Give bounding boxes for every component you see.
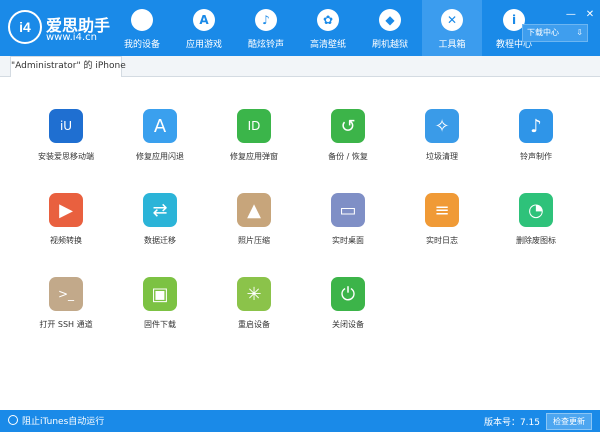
tool-item[interactable]: ⇄ 数据迁移 — [122, 193, 198, 255]
tool-item[interactable]: ▶ 视频转换 — [28, 193, 104, 255]
minimize-button[interactable]: — — [565, 9, 577, 21]
tool-label: 视频转换 — [50, 236, 82, 245]
tool-label: 备份 / 恢复 — [328, 152, 368, 161]
nav-item-label: 酷炫铃声 — [247, 40, 284, 50]
restart-icon: ✳ — [237, 277, 271, 311]
tool-label: 实时桌面 — [332, 236, 364, 245]
nav-item-label: 高清壁纸 — [309, 40, 346, 50]
tools-icon: ✕ — [441, 9, 463, 31]
tool-item[interactable]: ▣ 固件下载 — [122, 277, 198, 339]
device-tab[interactable]: "Administrator" 的 iPhone — [10, 56, 126, 77]
tool-label: 安装爱思移动端 — [38, 152, 94, 161]
nav-item-label: 应用游戏 — [185, 40, 222, 50]
tool-label: 关闭设备 — [332, 320, 364, 329]
photo-icon: ▲ — [237, 193, 271, 227]
nav-item-5[interactable]: ✕ 工具箱 — [422, 0, 482, 56]
tool-item[interactable]: ▭ 实时桌面 — [310, 193, 386, 255]
tool-item[interactable]: ◔ 删除废图标 — [498, 193, 574, 255]
nav-item-label: 工具箱 — [438, 40, 466, 50]
pie-icon: ◔ — [519, 193, 553, 227]
download-center-button[interactable]: 下载中心 ⇩ — [522, 24, 588, 42]
tool-item[interactable]: ≡ 实时日志 — [404, 193, 480, 255]
log-document-icon: ≡ — [425, 193, 459, 227]
download-icon: ⇩ — [576, 28, 583, 37]
tool-label: 修复应用弹窗 — [230, 152, 278, 161]
i4-icon: iU — [49, 109, 83, 143]
data-transfer-icon: ⇄ — [143, 193, 177, 227]
tool-item[interactable]: >_ 打开 SSH 通道 — [28, 277, 104, 339]
window-controls: — ✕ — [563, 2, 596, 20]
tool-item[interactable]: iU 安装爱思移动端 — [28, 109, 104, 171]
tool-item[interactable]: ↺ 备份 / 恢复 — [310, 109, 386, 171]
bell-icon: ♪ — [255, 9, 277, 31]
radio-icon — [8, 415, 18, 425]
backup-restore-icon: ↺ — [331, 109, 365, 143]
tool-label: 实时日志 — [426, 236, 458, 245]
tool-label: 照片压缩 — [238, 236, 270, 245]
terminal-icon: >_ — [49, 277, 83, 311]
tool-label: 重启设备 — [238, 320, 270, 329]
block-itunes-label: 阻止iTunes自动运行 — [22, 417, 105, 427]
tool-label: 打开 SSH 通道 — [39, 320, 93, 329]
apple-id-icon: ID — [237, 109, 271, 143]
top-bar: i4 爱思助手 www.i4.cn 我的设备 A 应用游戏 ♪ 酷炫铃声 ✿ 高清壁纸 ◆ 刷机… — [0, 0, 600, 56]
tool-label: 删除废图标 — [516, 236, 556, 245]
tool-item[interactable]: ▲ 照片压缩 — [216, 193, 292, 255]
nav-item-1[interactable]: A 应用游戏 — [174, 0, 234, 56]
video-play-icon: ▶ — [49, 193, 83, 227]
tool-item[interactable]: ID 修复应用弹窗 — [216, 109, 292, 171]
tool-item[interactable]: ⏻ 关闭设备 — [310, 277, 386, 339]
i4-logo-icon: i4 — [8, 10, 42, 44]
power-icon: ⏻ — [331, 277, 365, 311]
appstore-icon: A — [193, 9, 215, 31]
dropbox-icon: ◆ — [379, 9, 401, 31]
tool-label: 垃圾清理 — [426, 152, 458, 161]
download-center-label: 下载中心 — [527, 28, 559, 37]
tool-label: 数据迁移 — [144, 236, 176, 245]
tool-item[interactable]: ✳ 重启设备 — [216, 277, 292, 339]
app-url: www.i4.cn — [46, 32, 97, 43]
tool-item[interactable]: ♪ 铃声制作 — [498, 109, 574, 171]
nav-item-0[interactable]: 我的设备 — [112, 0, 172, 56]
bell-plus-icon: ♪ — [519, 109, 553, 143]
device-tab-strip: "Administrator" 的 iPhone — [0, 56, 600, 77]
broom-icon: ✧ — [425, 109, 459, 143]
apple-icon — [131, 9, 153, 31]
check-update-button[interactable]: 检查更新 — [546, 413, 592, 430]
tool-item[interactable]: A 修复应用闪退 — [122, 109, 198, 171]
firmware-box-icon: ▣ — [143, 277, 177, 311]
tool-label: 固件下载 — [144, 320, 176, 329]
nav-item-4[interactable]: ◆ 刷机越狱 — [360, 0, 420, 56]
block-itunes-toggle[interactable]: 阻止iTunes自动运行 — [8, 415, 104, 427]
nav-item-3[interactable]: ✿ 高清壁纸 — [298, 0, 358, 56]
appstore-repair-icon: A — [143, 109, 177, 143]
nav-item-2[interactable]: ♪ 酷炫铃声 — [236, 0, 296, 56]
tool-label: 修复应用闪退 — [136, 152, 184, 161]
nav-item-label: 我的设备 — [123, 40, 160, 50]
toolbox-grid: iU 安装爱思移动端 A 修复应用闪退 ID 修复应用弹窗 ↺ 备份 / 恢复 ✧ 垃圾清理 ♪ 铃声… — [0, 77, 600, 410]
tool-label: 铃声制作 — [520, 152, 552, 161]
status-bar: 阻止iTunes自动运行 版本号：7.15 检查更新 — [0, 410, 600, 432]
nav-item-label: 刷机越狱 — [371, 40, 408, 50]
version-label: 版本号：7.15 — [483, 418, 540, 428]
close-button[interactable]: ✕ — [584, 9, 596, 21]
monitor-icon: ▭ — [331, 193, 365, 227]
flower-icon: ✿ — [317, 9, 339, 31]
tool-item[interactable]: ✧ 垃圾清理 — [404, 109, 480, 171]
